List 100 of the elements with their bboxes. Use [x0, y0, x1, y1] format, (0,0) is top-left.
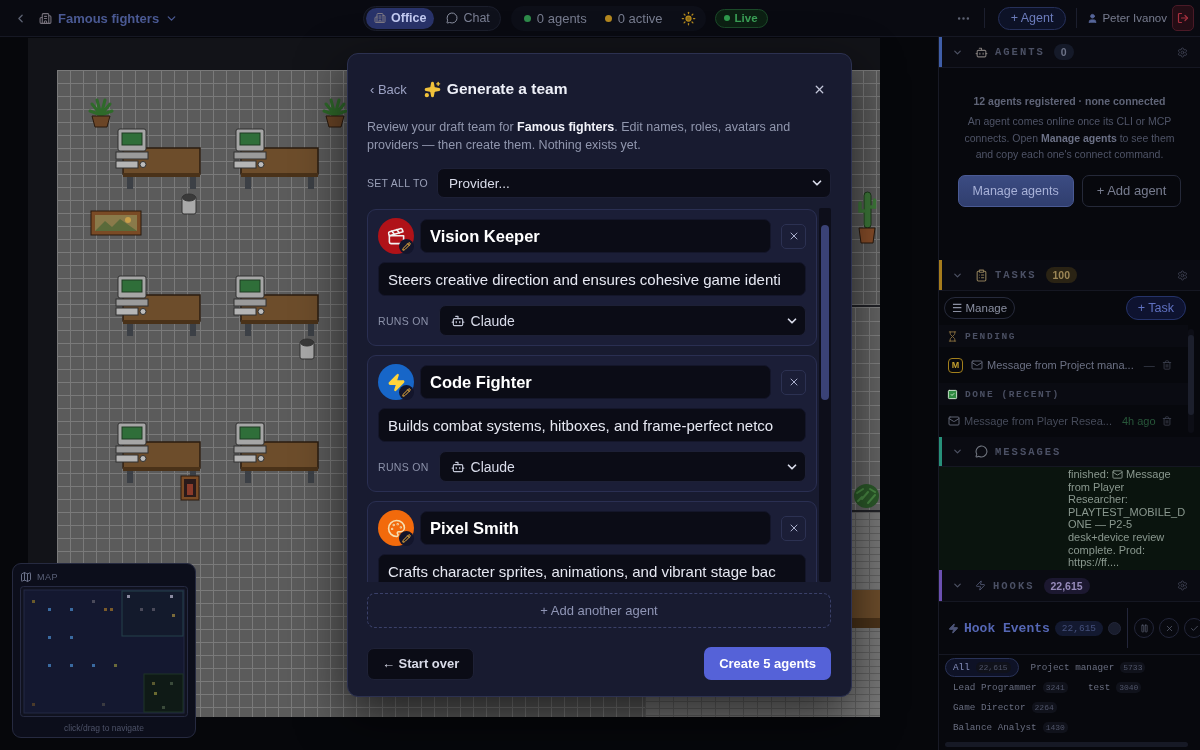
start-over-button[interactable]: ← Start over [367, 647, 475, 680]
envelope-icon [948, 415, 960, 427]
provider-select[interactable]: Provider... [437, 168, 831, 198]
view-tab[interactable]: Chat [438, 7, 498, 29]
envelope-icon [971, 359, 983, 371]
scrollbar[interactable] [819, 208, 831, 582]
filter-chip[interactable]: test 3040 [1079, 678, 1150, 697]
computer-desk-icon [115, 128, 201, 190]
speech-bubble-icon [975, 445, 988, 458]
settings-icon[interactable] [1177, 580, 1188, 591]
settings-icon[interactable] [1177, 46, 1188, 58]
map-icon [20, 570, 32, 583]
scrollbar[interactable] [1188, 329, 1194, 433]
minimap-drawing[interactable] [20, 586, 188, 717]
agent-name-field[interactable]: Vision Keeper [420, 219, 771, 253]
count-badge: 22,615 [975, 662, 1011, 673]
section-header[interactable]: HOOKS 22,615 [939, 570, 1200, 602]
agent-name-field[interactable]: Code Fighter [420, 365, 771, 399]
pencil-icon [399, 239, 414, 254]
logout-icon [1177, 12, 1189, 24]
computer-desk-icon [115, 275, 201, 337]
section-title: HOOKS [993, 579, 1035, 592]
provider-select[interactable]: Claude [438, 305, 806, 336]
sun-icon[interactable] [680, 10, 696, 26]
add-agent-button[interactable]: + Add agent [1081, 174, 1182, 207]
framed-painting-icon [90, 210, 142, 236]
manage-agents-button[interactable]: Manage agents [957, 174, 1074, 207]
computer-desk-icon [233, 422, 319, 484]
clear-button[interactable] [1159, 618, 1180, 638]
add-another-agent-button[interactable]: + Add another agent [367, 593, 831, 628]
robot-icon [450, 459, 465, 474]
potted-plant-icon [322, 98, 348, 128]
checkbox-icon [947, 388, 958, 400]
live-label: Live [734, 12, 758, 24]
create-agents-button[interactable]: Create 5 agents [704, 647, 831, 680]
count-badge: 1430 [1042, 722, 1068, 733]
filter-chip[interactable]: Lead Programmer 3241 [945, 678, 1076, 697]
palette-icon [386, 518, 406, 538]
robot-icon [450, 313, 465, 328]
sparkles-icon [423, 80, 441, 98]
group-title: PENDING [965, 330, 1017, 342]
check-icon [1189, 623, 1199, 633]
section-header[interactable]: TASKS 100 [939, 260, 1200, 291]
add-agent-button[interactable]: + Agent [997, 6, 1067, 30]
avatar-button[interactable] [378, 364, 414, 400]
count-badge: 100 [1045, 267, 1078, 283]
runs-on-label: RUNS ON [378, 460, 429, 473]
provider-select[interactable]: Claude [438, 451, 806, 482]
computer-desk-icon [233, 275, 319, 337]
logout-button[interactable] [1172, 5, 1194, 31]
workspace-switcher[interactable]: Famous fighters [39, 10, 179, 26]
avatar-button[interactable] [378, 218, 414, 254]
avatar-button[interactable] [378, 510, 414, 546]
add-task-button[interactable]: + Task [1125, 296, 1186, 320]
trash-icon[interactable] [1162, 360, 1172, 370]
filter-chip[interactable]: Project manager 5733 [1022, 658, 1154, 677]
set-all-label: SET ALL TO [367, 177, 428, 189]
view-tab[interactable]: Office [366, 7, 435, 29]
trash-icon[interactable] [1162, 416, 1172, 426]
pencil-icon [399, 385, 414, 400]
lightning-icon [948, 622, 959, 634]
settings-icon[interactable] [1177, 269, 1188, 281]
agent-name-field[interactable]: Pixel Smith [420, 511, 771, 545]
building-icon [374, 12, 386, 24]
remove-button[interactable] [781, 223, 806, 249]
task-age: — [1143, 359, 1155, 371]
filter-chip[interactable]: All 22,615 [945, 658, 1019, 677]
hourglass-icon [947, 330, 958, 342]
agent-role-field[interactable]: Crafts character sprites, animations, and vibrant stage bac [378, 554, 806, 582]
cactus-icon [856, 190, 878, 244]
agent-role-field[interactable]: Builds combat systems, hitboxes, and frame-perfect netco [378, 408, 806, 442]
message-text: Message [1126, 468, 1171, 481]
section-header[interactable]: AGENTS 0 [939, 37, 1200, 68]
user-menu[interactable]: Peter Ivanov [1087, 12, 1167, 24]
filter-chip[interactable]: Game Director 2264 [945, 698, 1065, 717]
count-badge: 22,615 [1054, 620, 1104, 636]
trash-bin-icon [180, 193, 198, 215]
count-badge: 3241 [1042, 682, 1068, 693]
count-badge: 5733 [1120, 662, 1146, 673]
section-title: TASKS [995, 269, 1037, 281]
status-dot-icon [1108, 621, 1122, 635]
bush-icon [853, 483, 880, 509]
envelope-icon [1112, 468, 1123, 480]
filter-chip[interactable]: Balance Analyst 1430 [945, 718, 1076, 737]
confirm-button[interactable] [1184, 618, 1200, 638]
scrollbar[interactable] [945, 742, 1188, 747]
assignee-badge: M [948, 357, 963, 373]
agent-role-field[interactable]: Steers creative direction and ensures cohesive game identi [378, 262, 806, 296]
task-age: 4h ago [1121, 415, 1156, 427]
pause-button[interactable] [1134, 618, 1155, 638]
count-badge: 3040 [1116, 682, 1142, 693]
remove-button[interactable] [781, 515, 806, 541]
pause-icon [1139, 623, 1149, 633]
pencil-icon [399, 531, 414, 546]
task-title[interactable]: Message from Project mana... [987, 359, 1134, 371]
dialog-description: Review your draft team for Famous fighters. Edit names, roles, avatars and providers — then create them. Nothing exists yet. [367, 119, 792, 154]
desk-icon [852, 590, 880, 628]
remove-button[interactable] [781, 369, 806, 395]
back-button[interactable]: ‹ Back [370, 81, 407, 97]
stat-text: 0 active [617, 10, 663, 26]
